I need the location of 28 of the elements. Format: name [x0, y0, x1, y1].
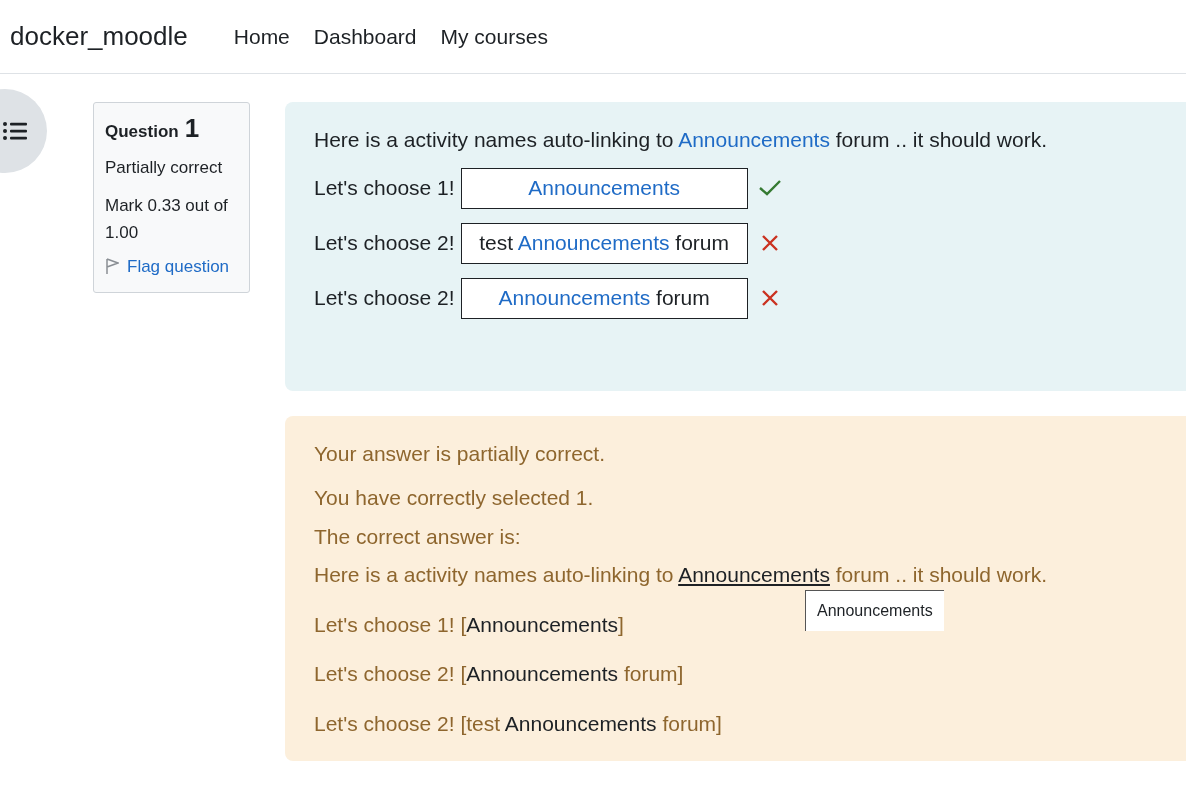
answer-select[interactable]: Announcements — [460, 167, 748, 209]
question-mark: Mark 0.33 out of 1.00 — [105, 195, 229, 244]
question-number: 1 — [184, 115, 200, 141]
correct-answer-line: Let's choose 1! [Announcements] — [314, 611, 624, 638]
nav-link[interactable]: Home — [233, 20, 290, 53]
nav-link[interactable]: My courses — [440, 20, 548, 53]
answer-select[interactable]: test Announcements forum — [460, 222, 748, 264]
site-name[interactable]: docker_moodle — [10, 17, 188, 56]
choice-label: Let's choose 2! — [314, 285, 455, 312]
feedback-selected: You have correctly selected 1. — [314, 485, 595, 511]
correct-answer-text: Here is a activity names auto-linking to Announcements forum .. it should work. — [314, 562, 1049, 588]
question-state: Partially correct — [105, 156, 224, 179]
correct-answer-label: The correct answer is: — [314, 523, 522, 550]
choice-label: Let's choose 2! — [314, 230, 455, 257]
question-text: Here is a activity names auto-linking to Announcements forum .. it should work. — [314, 127, 1049, 153]
correct-answer-line: Let's choose 2! [test Announcements forum] — [314, 710, 722, 737]
question-label: Question — [105, 121, 179, 143]
correct-answer-line: Let's choose 2! [Announcements forum] — [314, 661, 684, 687]
tooltip: Announcements — [805, 589, 944, 631]
activity-link[interactable]: Announcements — [678, 128, 830, 151]
choice-label: Let's choose 1! — [314, 175, 455, 202]
flag-question-link[interactable]: Flag question — [105, 254, 238, 280]
activity-link[interactable]: Announcements — [678, 563, 830, 586]
list-icon — [3, 122, 27, 140]
feedback-summary: Your answer is partially correct. — [314, 440, 606, 467]
answer-select[interactable]: Announcements forum — [460, 277, 748, 319]
nav-link[interactable]: Dashboard — [313, 20, 417, 53]
flag-icon — [105, 258, 119, 276]
